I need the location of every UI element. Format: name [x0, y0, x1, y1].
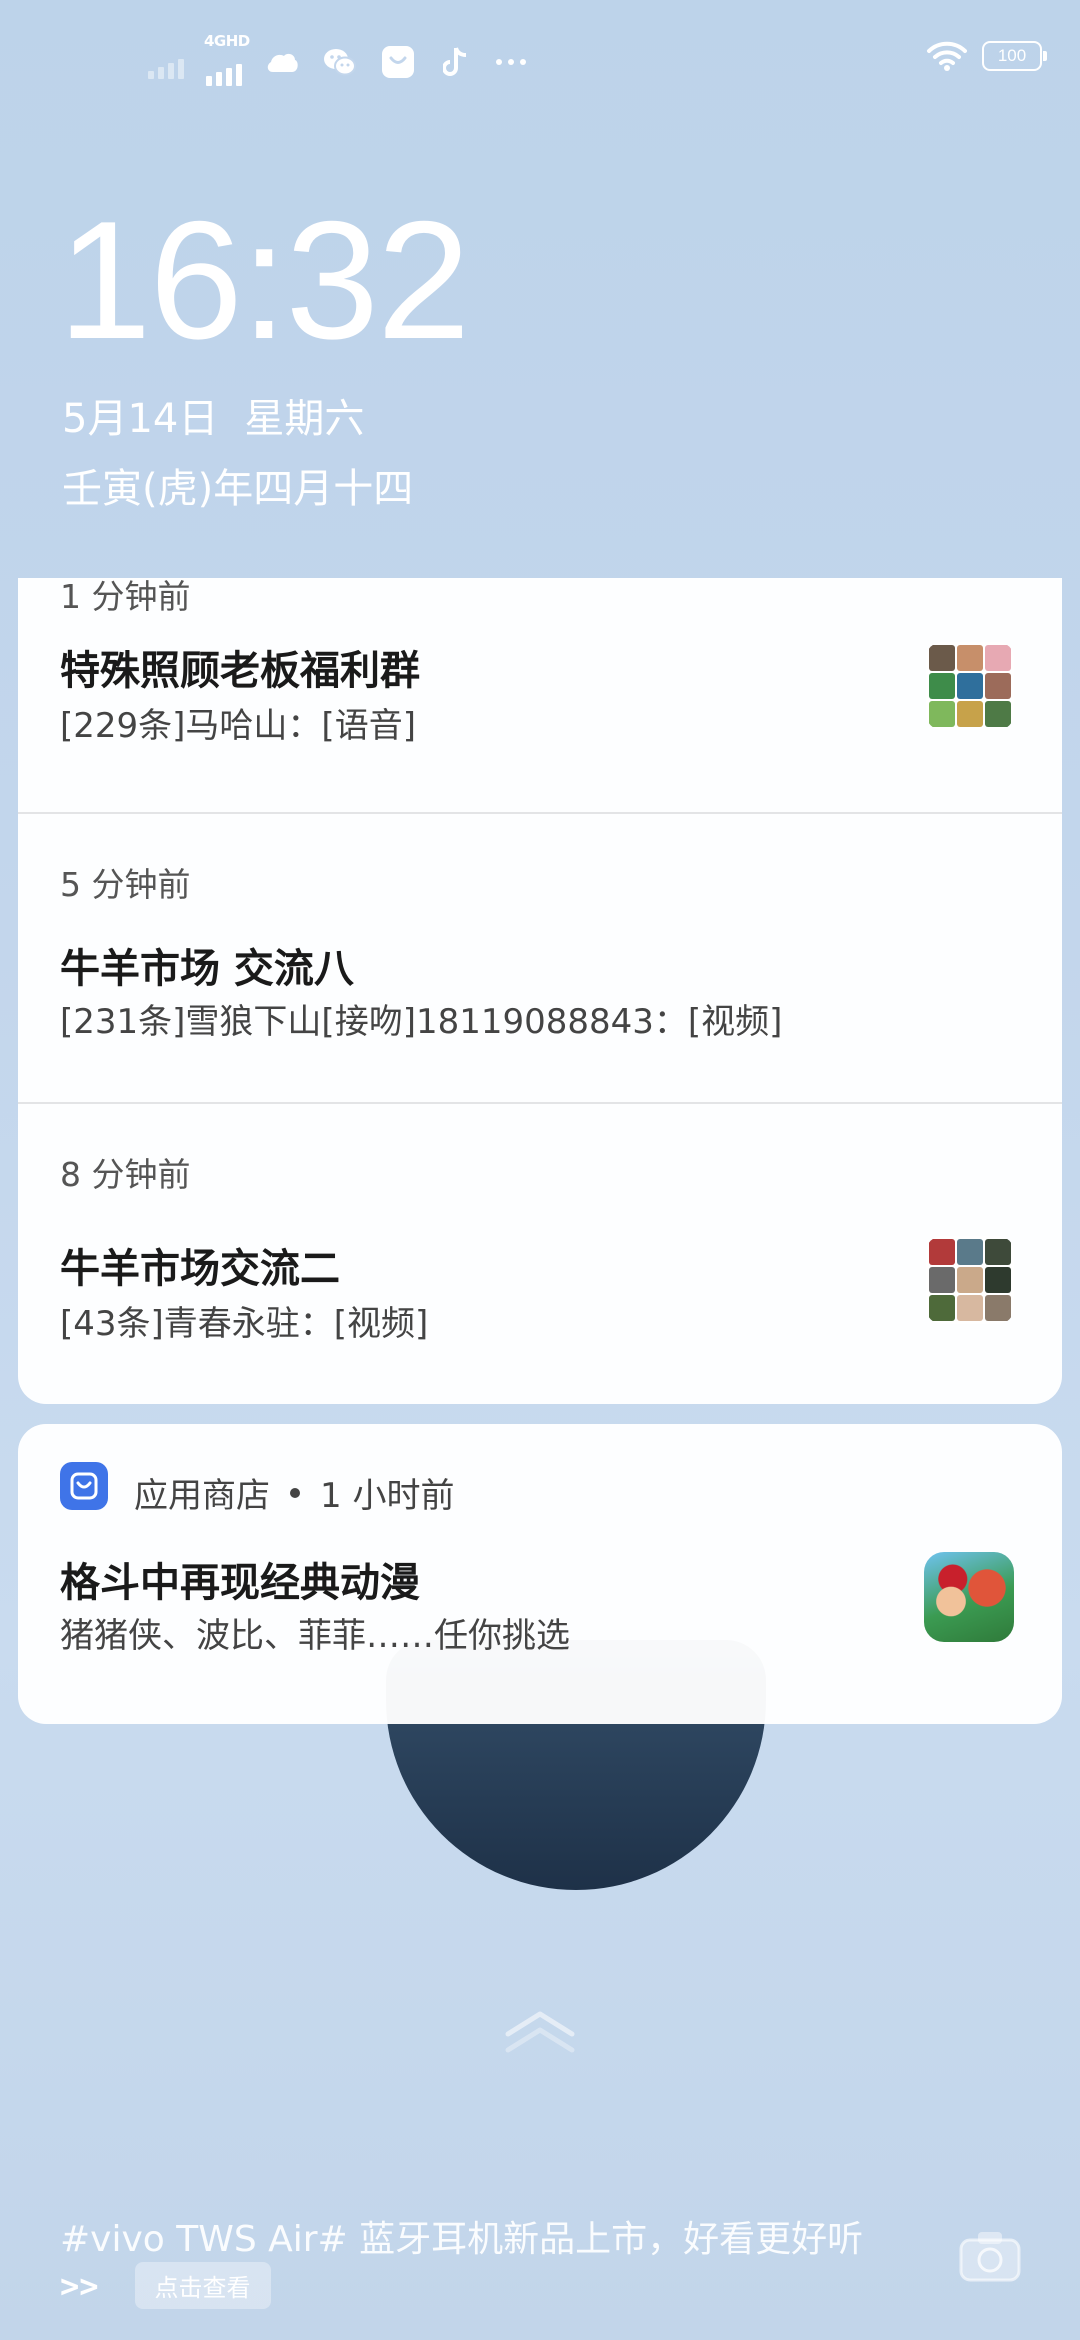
app-store-notification[interactable]: 应用商店 1 小时前 格斗中再现经典动漫 猪猪侠、波比、菲菲……任你挑选 — [18, 1424, 1062, 1724]
swipe-up-icon[interactable] — [500, 2000, 580, 2060]
signal-4g-icon: 4GHD — [204, 32, 250, 86]
app-name: 应用商店 — [134, 1476, 270, 1516]
lock-clock: 16:32 — [58, 186, 470, 374]
tiktok-icon — [438, 44, 474, 80]
group-avatar — [926, 1236, 1014, 1324]
group-avatar — [926, 642, 1014, 730]
date-line: 5月14日 星期六 — [62, 386, 364, 444]
notification-time: 5 分钟前 — [60, 865, 191, 904]
notification-header: 应用商店 1 小时前 — [134, 1468, 454, 1517]
notification-title: 牛羊市场交流二 — [60, 1246, 340, 1292]
app-store-icon — [380, 44, 416, 80]
battery-level: 100 — [997, 46, 1027, 65]
battery-icon: 100 — [982, 41, 1047, 71]
weekday: 星期六 — [244, 396, 365, 442]
app-store-icon — [60, 1462, 108, 1510]
notification-title: 格斗中再现经典动漫 — [60, 1560, 420, 1606]
wechat-icon — [322, 44, 358, 80]
notification-time: 1 小时前 — [320, 1476, 455, 1516]
status-bar: 4GHD 100 — [0, 0, 1080, 120]
wifi-icon — [927, 41, 967, 71]
signal-weak-icon — [148, 45, 184, 79]
game-app-icon — [924, 1552, 1014, 1642]
notification-item[interactable]: 特殊照顾老板福利群 [229条]马哈山：[语音] — [18, 578, 1062, 814]
notification-time: 8 分钟前 — [60, 1155, 191, 1194]
notification-item[interactable]: 8 分钟前 牛羊市场交流二 [43条]青春永驻：[视频] — [18, 1104, 1062, 1404]
notification-title: 特殊照顾老板福利群 — [60, 648, 420, 694]
notification-body: [43条]青春永驻：[视频] — [60, 1304, 429, 1344]
wechat-notification-group[interactable]: 1 分钟前 特殊照顾老板福利群 [229条]马哈山：[语音] 5 分钟前 牛羊市… — [18, 578, 1062, 1404]
date: 5月14日 — [62, 396, 219, 442]
network-type-label: 4GHD — [204, 32, 250, 50]
notification-body: [229条]马哈山：[语音] — [60, 706, 416, 746]
promo-text[interactable]: #vivo TWS Air# 蓝牙耳机新品上市，好看更好听 — [60, 2210, 863, 2262]
notification-body: [231条]雪狼下山[接吻]18119088843：[视频] — [60, 1002, 783, 1042]
weibo-icon — [264, 44, 300, 80]
camera-icon[interactable] — [958, 2228, 1022, 2284]
notification-title: 牛羊市场 交流八 — [60, 946, 354, 992]
lunar-date: 壬寅(虎)年四月十四 — [62, 466, 414, 512]
more-icon — [496, 59, 526, 65]
notification-body: 猪猪侠、波比、菲菲……任你挑选 — [60, 1616, 570, 1656]
promo-arrow[interactable]: >> — [60, 2267, 99, 2305]
promo-view-button[interactable]: 点击查看 — [134, 2262, 271, 2309]
notification-item[interactable]: 5 分钟前 牛羊市场 交流八 [231条]雪狼下山[接吻]18119088843… — [18, 814, 1062, 1104]
separator-dot — [290, 1487, 300, 1498]
